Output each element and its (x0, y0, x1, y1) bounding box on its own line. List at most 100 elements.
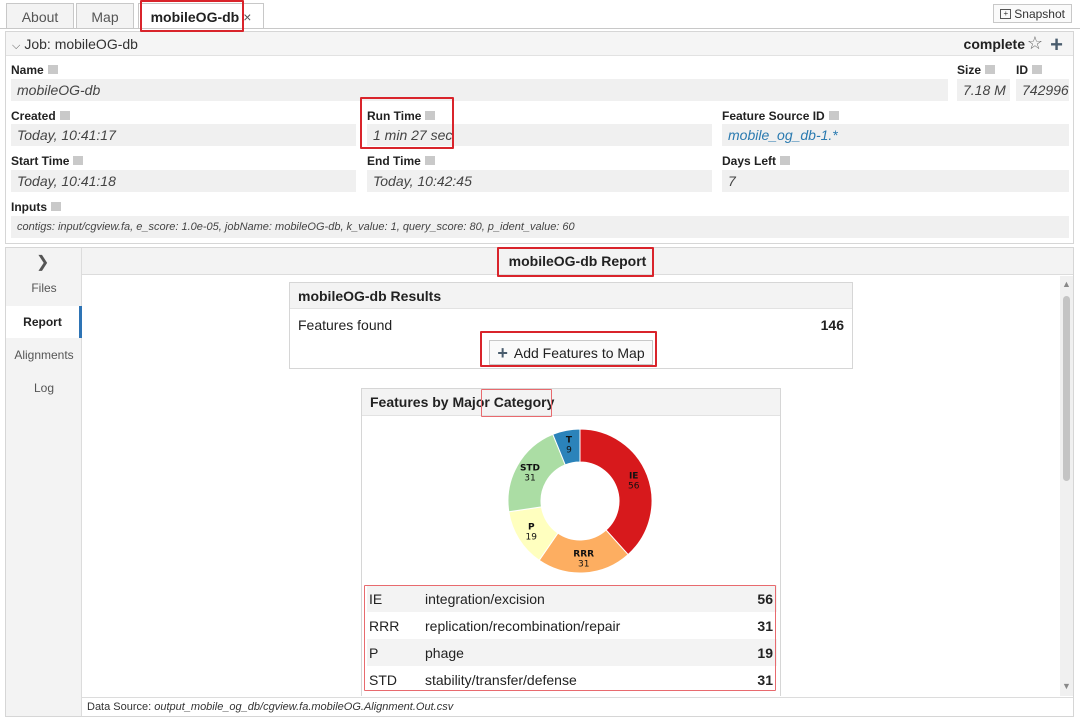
name-field[interactable]: mobileOG-db (11, 79, 948, 101)
plus-icon: + (497, 342, 508, 363)
created-value: Today, 10:41:17 (11, 124, 356, 146)
id-value: 742996 (1016, 79, 1069, 101)
start-time-value: Today, 10:41:18 (11, 170, 356, 192)
add-features-button[interactable]: + Add Features to Map (489, 340, 653, 365)
help-icon[interactable] (51, 202, 61, 212)
category-legend: IE integration/excision 56 RRR replicati… (367, 585, 777, 693)
help-icon[interactable] (424, 156, 435, 166)
category-donut-chart: IE56RRR31P19STD31T9 (507, 428, 653, 574)
legend-abbr: IE (369, 590, 383, 607)
donut-value-std: 31 (524, 474, 535, 484)
legend-abbr: P (369, 644, 379, 661)
end-time-label: End Time (367, 154, 435, 168)
tab-bar: About Map mobileOG-db × + Snapshot (0, 0, 1080, 31)
scroll-down-icon[interactable]: ▼ (1062, 681, 1071, 691)
data-source-footer: Data Source: output_mobile_og_db/cgview.… (82, 697, 1073, 716)
donut-label-t: T (566, 436, 573, 446)
tab-label: mobileOG-db (150, 8, 240, 25)
data-source-path: output_mobile_og_db/cgview.fa.mobileOG.A… (154, 701, 454, 713)
snapshot-button[interactable]: + Snapshot (993, 4, 1072, 23)
category-title: Features by Major Category (362, 389, 780, 416)
legend-name: integration/excision (425, 590, 545, 607)
legend-name: stability/transfer/defense (425, 671, 577, 688)
help-icon[interactable] (59, 111, 70, 121)
features-found-label: Features found (298, 317, 393, 333)
donut-label-std: STD (520, 464, 540, 474)
legend-count: 31 (757, 671, 773, 688)
sidebar-item-alignments[interactable]: Alignments (6, 348, 82, 362)
feature-source-id-label: Feature Source ID (722, 109, 839, 123)
help-icon[interactable] (1032, 65, 1042, 75)
vertical-scrollbar[interactable]: ▲ ▼ (1060, 276, 1073, 696)
help-icon[interactable] (780, 156, 791, 166)
id-label: ID (1016, 63, 1042, 77)
days-left-label: Days Left (722, 154, 791, 168)
donut-value-p: 19 (526, 533, 538, 543)
report-area: ❯ Files Report Alignments Log mobileOG-d… (5, 247, 1074, 717)
scroll-thumb[interactable] (1063, 296, 1070, 481)
runtime-label: Run Time (367, 109, 436, 123)
donut-value-rrr: 31 (578, 559, 589, 569)
end-time-value: Today, 10:42:45 (367, 170, 712, 192)
results-title: mobileOG-db Results (290, 283, 852, 309)
donut-label-p: P (528, 523, 535, 533)
legend-abbr: STD (369, 671, 397, 688)
feature-source-id-link[interactable]: mobile_og_db-1.* (722, 124, 1069, 146)
chevron-down-icon[interactable]: ⌵ (12, 40, 20, 53)
donut-label-rrr: RRR (573, 549, 594, 559)
help-icon[interactable] (828, 111, 839, 121)
help-icon[interactable] (985, 65, 996, 75)
help-icon[interactable] (73, 156, 84, 166)
legend-abbr: RRR (369, 617, 400, 634)
scroll-up-icon[interactable]: ▲ (1062, 279, 1071, 289)
help-icon[interactable] (425, 111, 436, 121)
data-source-label: Data Source: (87, 701, 152, 713)
donut-label-ie: IE (629, 471, 639, 481)
snapshot-icon: + (1000, 8, 1012, 19)
legend-row: P phage 19 (367, 639, 777, 666)
plus-icon[interactable]: + (1050, 32, 1063, 58)
job-title-text: Job: mobileOG-db (24, 36, 138, 52)
donut-value-t: 9 (566, 446, 572, 456)
legend-row: STD stability/transfer/defense 31 (367, 666, 777, 693)
chevron-right-icon[interactable]: ❯ (36, 252, 49, 272)
snapshot-label: Snapshot (1014, 6, 1065, 21)
legend-row: IE integration/excision 56 (367, 585, 777, 612)
tab-about[interactable]: About (6, 3, 74, 29)
days-left-value: 7 (722, 170, 1069, 192)
job-panel: ⌵ Job: mobileOG-db complete ☆ + Name mobi… (5, 31, 1074, 244)
runtime-value: 1 min 27 sec (367, 124, 712, 146)
results-card: mobileOG-db Results Features found 146 +… (289, 282, 853, 369)
close-icon[interactable]: × (243, 9, 251, 25)
job-header[interactable]: ⌵ Job: mobileOG-db complete ☆ + (6, 32, 1073, 58)
report-title: mobileOG-db Report (82, 248, 1073, 275)
legend-name: replication/recombination/repair (425, 617, 621, 634)
job-title: ⌵ Job: mobileOG-db (12, 36, 138, 53)
features-found-count: 146 (820, 317, 844, 333)
legend-name: phage (425, 644, 464, 661)
donut-value-ie: 56 (628, 481, 640, 491)
legend-count: 19 (757, 644, 773, 661)
inputs-label: Inputs (11, 200, 61, 214)
legend-count: 31 (757, 617, 773, 634)
start-time-label: Start Time (11, 154, 84, 168)
legend-count: 56 (757, 590, 773, 607)
tab-mobileog-db[interactable]: mobileOG-db × (138, 3, 264, 29)
name-label: Name (11, 63, 58, 77)
sidebar-item-report[interactable]: Report (6, 306, 82, 338)
size-value: 7.18 M (957, 79, 1010, 101)
sidebar-item-log[interactable]: Log (6, 381, 82, 395)
job-status: complete (963, 36, 1025, 52)
help-icon[interactable] (47, 65, 58, 75)
tab-divider (0, 28, 1080, 29)
donut-slice-ie[interactable] (579, 428, 653, 556)
inputs-value: contigs: input/cgview.fa, e_score: 1.0e-… (11, 216, 1069, 238)
legend-row: RRR replication/recombination/repair 31 (367, 612, 777, 639)
star-icon[interactable]: ☆ (1027, 33, 1043, 54)
tab-map[interactable]: Map (76, 3, 134, 29)
report-content: mobileOG-db Results Features found 146 +… (82, 276, 1057, 696)
add-features-label: Add Features to Map (513, 344, 645, 361)
side-nav: ❯ Files Report Alignments Log (6, 248, 82, 716)
size-label: Size (957, 63, 996, 77)
sidebar-item-files[interactable]: Files (6, 281, 82, 295)
